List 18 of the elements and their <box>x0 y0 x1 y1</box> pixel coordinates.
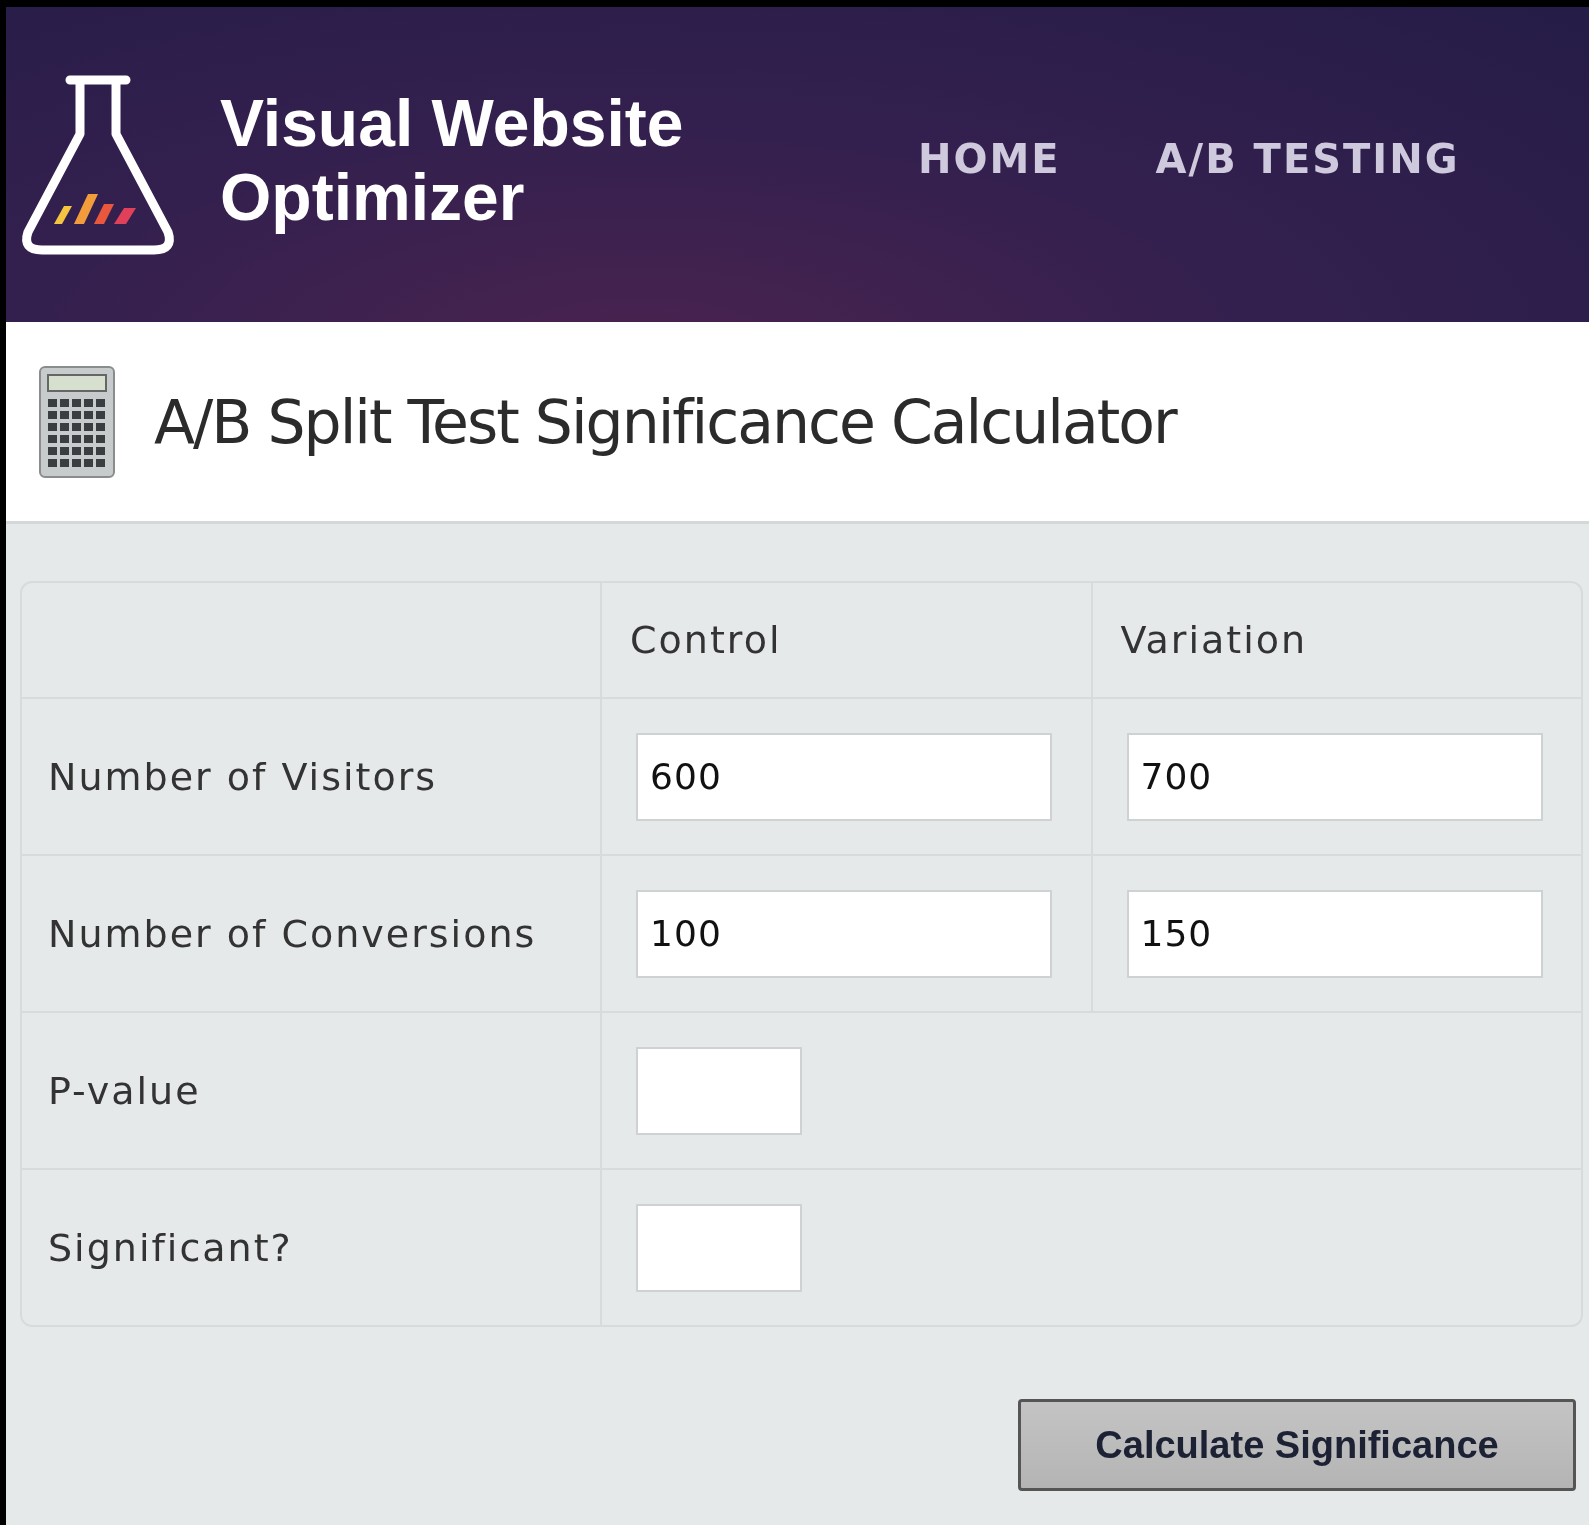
number-field[interactable]: 150 <box>1126 889 1543 978</box>
page-title: A/B Split Test Significance Calculator <box>154 386 1176 457</box>
nav-link[interactable]: HOME <box>918 135 1061 182</box>
column-header: Variation <box>1120 618 1308 662</box>
nav-link[interactable]: A/B TESTING <box>1155 135 1460 182</box>
number-field[interactable]: 100 <box>636 889 1053 978</box>
row-label: P-value <box>48 1068 201 1113</box>
result-field[interactable] <box>636 1046 803 1135</box>
row-label: Number of Visitors <box>48 754 438 799</box>
row-label: Number of Conversions <box>48 911 537 956</box>
logo-text: Visual Website Optimizer <box>220 85 685 234</box>
number-field[interactable]: 700 <box>1126 732 1543 821</box>
column-header: Control <box>630 618 782 662</box>
number-field[interactable]: 600 <box>636 732 1053 821</box>
calculator-icon <box>38 364 116 479</box>
row-label: Significant? <box>48 1225 293 1270</box>
calculate-button[interactable]: Calculate Significance <box>1018 1399 1576 1491</box>
result-field[interactable] <box>636 1203 803 1292</box>
